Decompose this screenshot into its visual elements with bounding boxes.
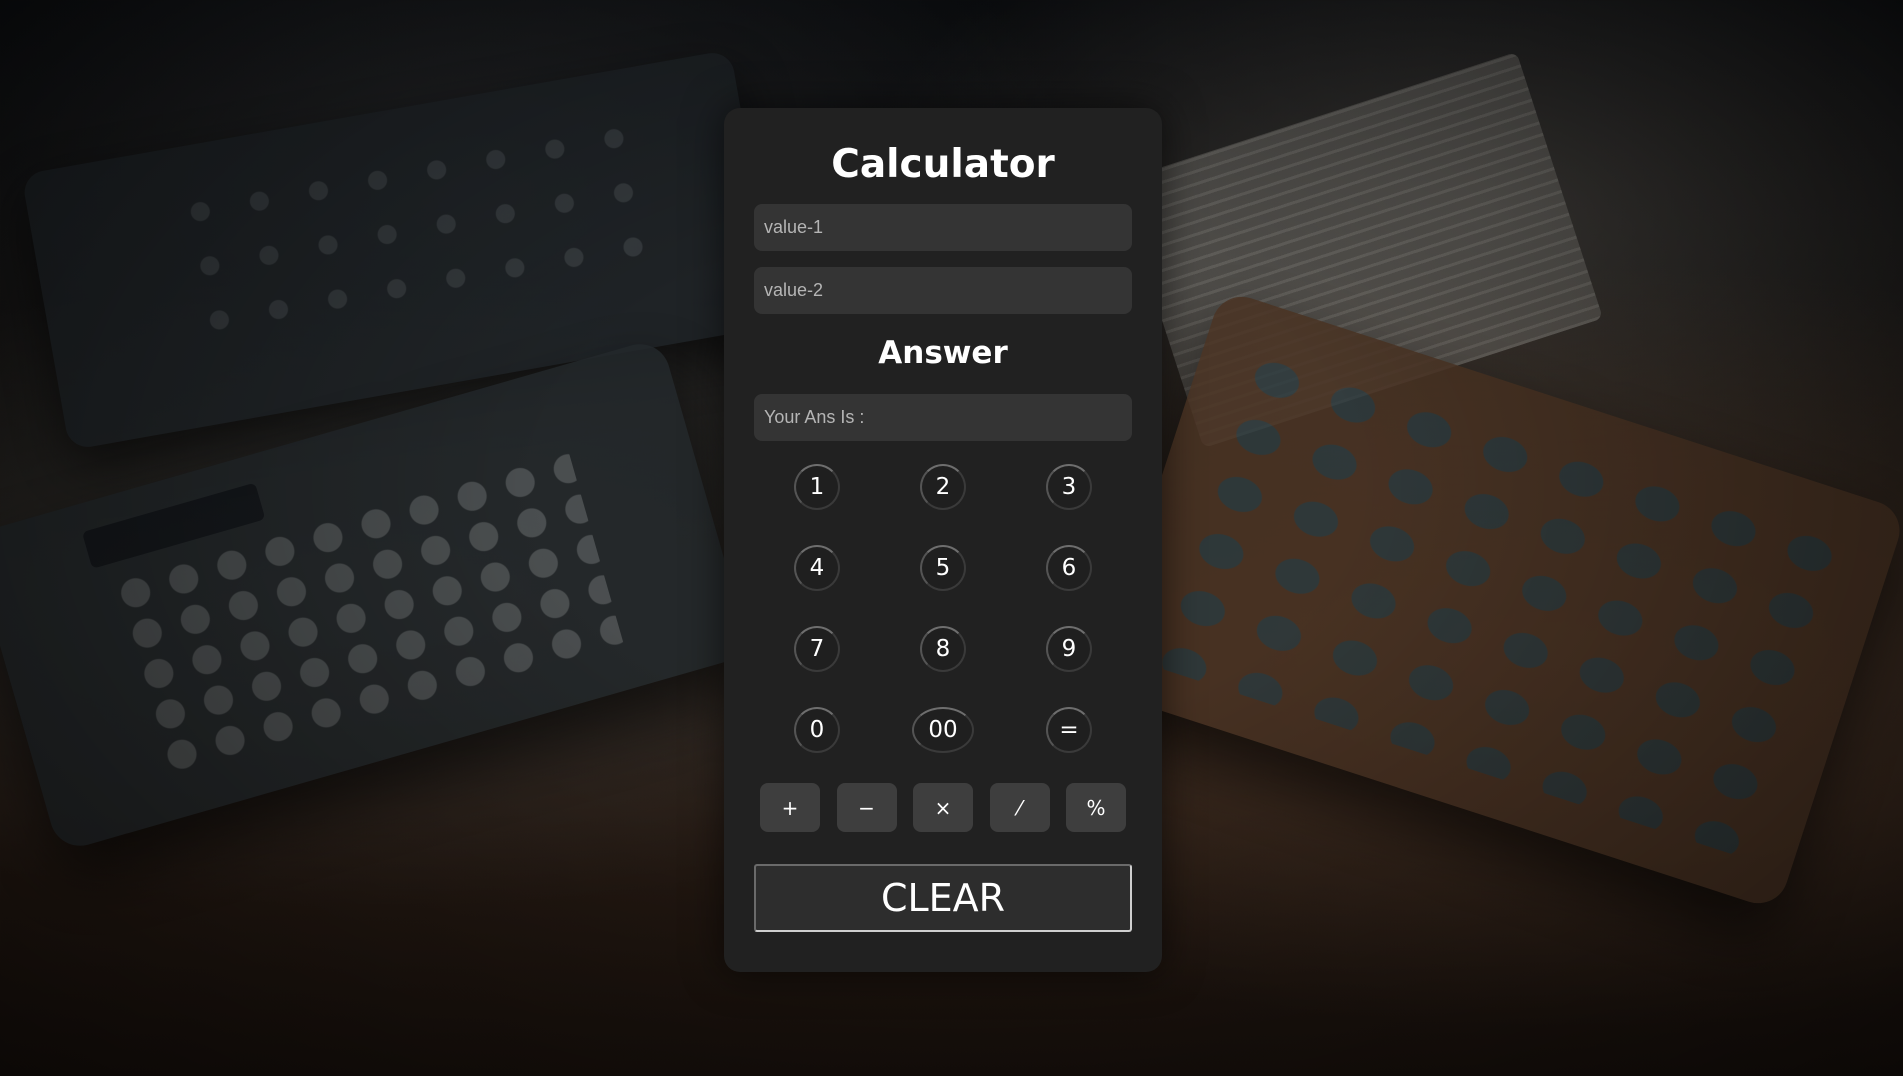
digit-2-button[interactable]: 2	[920, 463, 966, 510]
digit-keypad: 1 2 3 4 5 6 7 8 9 0 00 =	[754, 463, 1132, 753]
value-2-input[interactable]	[754, 267, 1132, 314]
multiply-button[interactable]: ×	[913, 783, 973, 832]
digit-0-button[interactable]: 0	[794, 706, 840, 753]
digit-8-button[interactable]: 8	[920, 625, 966, 672]
digit-6-button[interactable]: 6	[1046, 544, 1092, 591]
digit-1-button[interactable]: 1	[794, 463, 840, 510]
digit-5-button[interactable]: 5	[920, 544, 966, 591]
page-title: Calculator	[831, 142, 1055, 187]
operator-row: + − × ⁄ %	[760, 783, 1126, 832]
divide-button[interactable]: ⁄	[989, 783, 1050, 832]
value-1-input[interactable]	[754, 204, 1132, 251]
equals-button[interactable]: =	[1046, 706, 1092, 753]
digit-7-button[interactable]: 7	[794, 625, 840, 672]
add-button[interactable]: +	[760, 783, 820, 832]
calculator-card: Calculator Answer 1 2 3 4 5 6 7 8 9 0 00…	[724, 108, 1162, 972]
clear-button[interactable]: CLEAR	[754, 864, 1132, 932]
digit-9-button[interactable]: 9	[1046, 625, 1092, 672]
digit-00-button[interactable]: 00	[912, 706, 974, 753]
subtract-button[interactable]: −	[836, 783, 897, 832]
answer-heading: Answer	[878, 335, 1008, 371]
percent-button[interactable]: %	[1066, 783, 1126, 832]
digit-3-button[interactable]: 3	[1046, 463, 1092, 510]
answer-field[interactable]	[754, 394, 1132, 441]
digit-4-button[interactable]: 4	[794, 544, 840, 591]
